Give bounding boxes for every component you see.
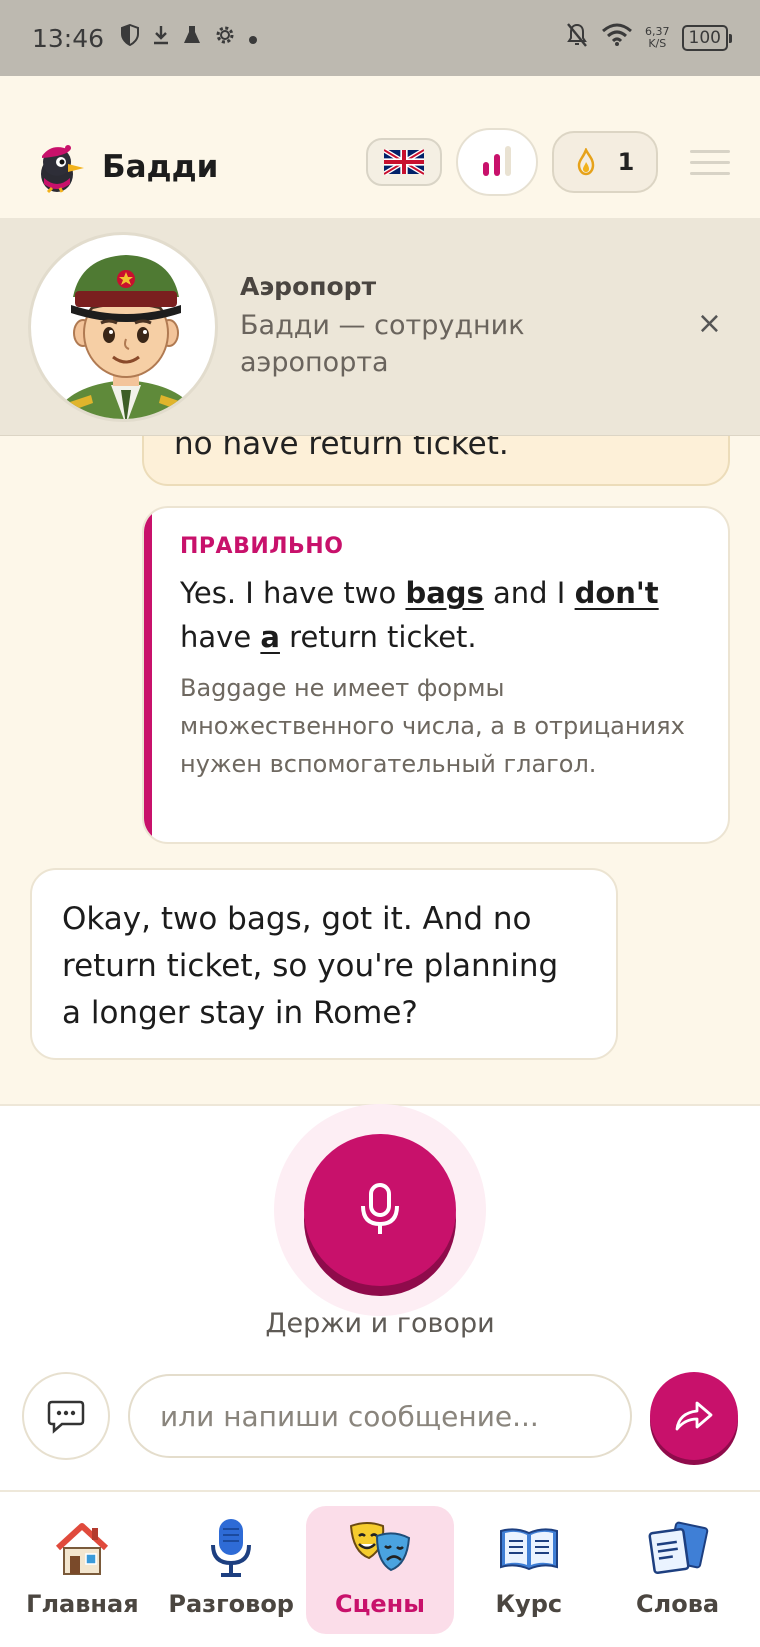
dot-icon — [248, 26, 258, 51]
battery-indicator: 100 — [681, 25, 733, 51]
net-speed: 6,37 K/S — [645, 25, 670, 50]
chat-area[interactable]: no have return ticket. ПРАВИЛЬНО Yes. I … — [0, 436, 760, 1104]
nav-item-course[interactable]: Курс — [455, 1506, 603, 1634]
nav-item-words[interactable]: Слова — [604, 1506, 752, 1634]
user-message-text: no have return ticket. — [174, 436, 509, 462]
level-button[interactable] — [456, 128, 538, 196]
streak-count: 1 — [617, 148, 635, 176]
scene-subtitle: Бадди — сотрудник аэропорта — [240, 310, 525, 378]
speech-bubble-icon — [47, 1400, 85, 1434]
uk-flag-icon — [384, 149, 424, 175]
user-message-bubble: no have return ticket. — [142, 436, 730, 486]
correction-highlight: bags — [405, 576, 484, 610]
menu-icon[interactable] — [690, 149, 730, 175]
microphone-icon — [197, 1514, 265, 1582]
hold-to-speak-label: Держи и говори — [265, 1308, 495, 1339]
app-header: Бадди 1 — [0, 76, 760, 218]
send-arrow-icon — [675, 1401, 713, 1431]
message-input[interactable] — [128, 1374, 632, 1458]
correction-highlight: a — [260, 620, 280, 654]
scene-title: Аэропорт — [240, 272, 377, 301]
correction-card: ПРАВИЛЬНО Yes. I have two bags and I don… — [142, 506, 730, 844]
app-title: Бадди — [102, 149, 219, 185]
avatar — [28, 231, 218, 422]
flame-icon — [577, 148, 594, 176]
corrected-sentence: Yes. I have two bags and I don't have a … — [180, 576, 659, 654]
nav-item-scenes[interactable]: Сцены — [305, 1506, 454, 1634]
nav-item-home[interactable]: Главная — [8, 1506, 156, 1634]
bird-mascot-icon — [30, 138, 88, 196]
house-icon — [48, 1514, 116, 1582]
send-button[interactable] — [650, 1372, 738, 1460]
bell-off-icon — [565, 22, 589, 54]
nav-label: Разговор — [168, 1590, 294, 1618]
level-bar-icon — [494, 154, 500, 176]
mic-button[interactable] — [304, 1134, 456, 1286]
gear-icon — [214, 24, 236, 52]
level-bar-icon — [505, 146, 511, 176]
nav-label: Сцены — [335, 1590, 425, 1618]
app-logo: Бадди — [30, 138, 218, 196]
streak-button[interactable]: 1 — [552, 131, 658, 193]
wifi-icon — [601, 23, 633, 53]
text-chat-button[interactable] — [22, 1372, 110, 1460]
flashcards-icon — [644, 1514, 712, 1582]
level-bar-icon — [483, 162, 489, 176]
shield-icon — [120, 23, 140, 52]
theater-masks-icon — [346, 1514, 414, 1582]
nav-item-conversation[interactable]: Разговор — [157, 1506, 305, 1634]
correction-explanation: Baggage не имеет формы множественного чи… — [180, 674, 685, 778]
nav-label: Слова — [636, 1590, 720, 1618]
download-icon — [152, 24, 170, 52]
nav-label: Курс — [495, 1590, 563, 1618]
close-icon[interactable]: × — [697, 306, 722, 341]
bottom-nav: Главная Разговор Сцены Курс Слова — [0, 1490, 760, 1647]
correction-label: ПРАВИЛЬНО — [180, 534, 344, 559]
scene-banner: Аэропорт Бадди — сотрудник аэропорта × — [0, 218, 760, 436]
correction-highlight: don't — [574, 576, 659, 610]
book-icon — [495, 1514, 563, 1582]
flask-icon — [182, 24, 202, 52]
airport-officer-avatar-icon — [52, 254, 200, 419]
microphone-icon — [361, 1183, 399, 1234]
language-button[interactable] — [366, 138, 442, 186]
bot-message-bubble: Okay, two bags, got it. And no return ti… — [30, 868, 618, 1060]
status-bar: 13:46 6,37 K/S 100 — [0, 0, 760, 76]
nav-label: Главная — [26, 1590, 139, 1618]
status-time: 13:46 — [32, 23, 105, 53]
input-area: Держи и говори — [0, 1104, 760, 1490]
